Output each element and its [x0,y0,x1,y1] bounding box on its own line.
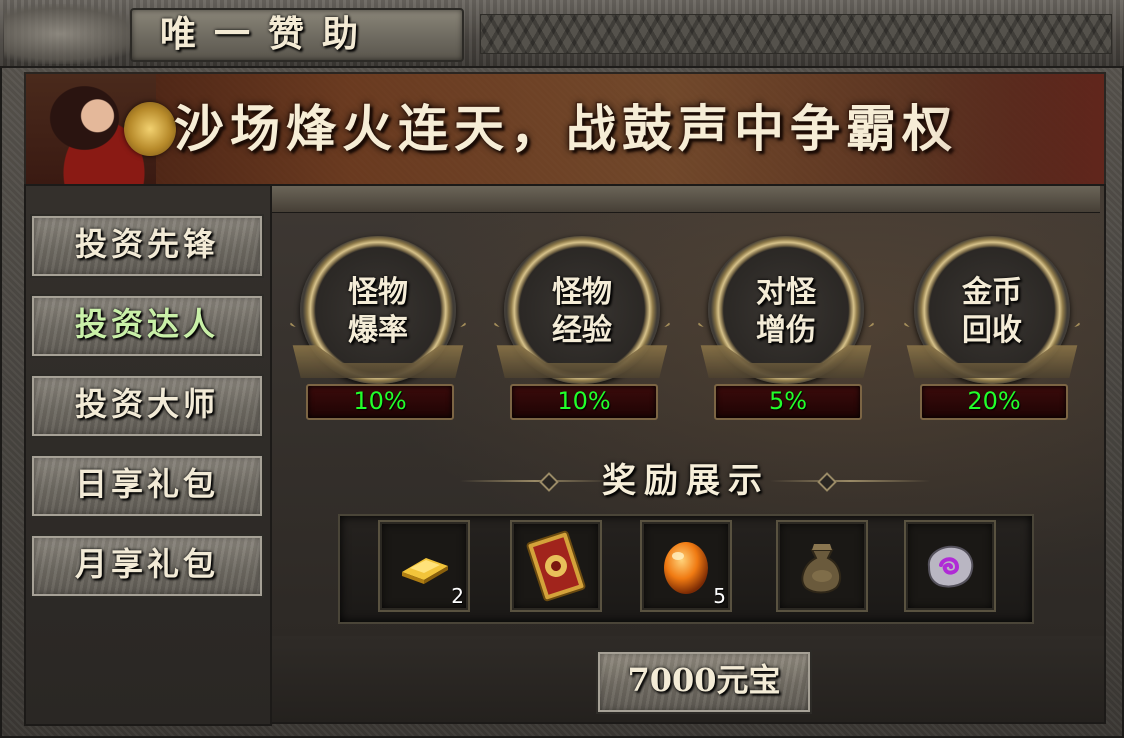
bonus-label: 怪物 经验 [552,275,612,348]
reward-slot[interactable] [904,520,996,612]
sidebar-item-invest-pioneer[interactable]: 投资先锋 [30,214,264,278]
sidebar-item-label: 投资先锋 [74,225,219,263]
bonus-label: 金币 回收 [962,275,1022,348]
purchase-button[interactable]: 7000元宝 [596,650,812,714]
purchase-button-label: 7000元宝 [627,661,781,699]
main-top-bar [272,186,1100,213]
sidebar-item-label: 投资大师 [74,385,219,423]
gold-bar-icon [402,558,448,584]
bonus-value: 5% [768,387,808,415]
purple-stone-icon [927,545,974,588]
bonus-gold-recycle: 金币 回收 20% [900,236,1084,420]
knot-pattern-band [480,14,1112,54]
coin-pouch-icon [801,544,842,594]
sidebar-item-monthly-pack[interactable]: 月享礼包 [30,534,264,598]
window-title: 唯一赞助 [160,13,377,55]
banner-slogan: 沙场烽火连天，战鼓声中争霸权 [174,99,958,158]
bonus-value: 20% [967,387,1021,415]
bonus-drop-rate: 怪物 爆率 10% [286,236,470,420]
item-count: 5 [713,584,726,608]
dragon-ornament-icon [4,4,144,64]
bonus-value: 10% [557,387,611,415]
title-bar: 唯一赞助 [0,0,1124,68]
sidebar-item-label: 投资达人 [74,305,219,343]
sidebar-item-label: 月享礼包 [74,545,219,583]
golden-card-icon [526,530,586,602]
bonus-label: 怪物 爆率 [348,275,408,348]
bonus-damage: 对怪 增伤 5% [694,236,878,420]
sidebar-item-label: 日享礼包 [74,465,219,503]
reward-slot[interactable]: 5 [640,520,732,612]
golden-emblem-icon [124,102,176,156]
bonus-value: 10% [353,387,407,415]
orange-gem-icon [664,542,708,594]
rewards-heading-bar: 奖励展示 [270,456,1102,506]
bonus-label: 对怪 增伤 [756,275,816,348]
sidebar-item-invest-master[interactable]: 投资大师 [30,374,264,438]
reward-slot[interactable]: 2 [378,520,470,612]
sidebar-item-invest-expert[interactable]: 投资达人 [30,294,264,358]
reward-slot[interactable] [510,520,602,612]
bonus-exp: 怪物 经验 10% [490,236,674,420]
rewards-title: 奖励展示 [602,461,770,501]
sidebar-item-daily-pack[interactable]: 日享礼包 [30,454,264,518]
banner: 沙场烽火连天，战鼓声中争霸权 [24,72,1106,186]
reward-slot[interactable] [776,520,868,612]
item-count: 2 [451,584,464,608]
